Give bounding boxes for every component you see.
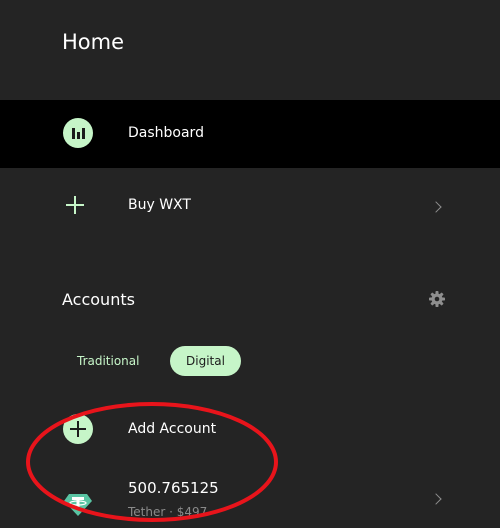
nav-item-dashboard-label: Dashboard: [128, 125, 204, 141]
tab-digital[interactable]: Digital: [170, 346, 241, 376]
chevron-right-icon: [430, 493, 442, 505]
accounts-heading: Accounts: [62, 290, 135, 309]
add-account-label: Add Account: [128, 421, 217, 437]
add-account-button[interactable]: Add Account: [0, 404, 500, 456]
plus-icon: [66, 196, 84, 214]
nav-item-buy-wxt-label: Buy WXT: [128, 197, 191, 213]
chart-bars-icon: [63, 118, 93, 148]
nav-item-buy-wxt[interactable]: Buy WXT: [0, 168, 500, 246]
home-screen: Home Dashboard Buy WXT Accounts Traditio: [0, 0, 500, 528]
account-subtitle: Tether · $497: [128, 505, 208, 519]
nav-item-dashboard[interactable]: Dashboard: [0, 100, 500, 168]
account-item-tether[interactable]: 500.765125 Tether · $497: [0, 468, 500, 528]
account-balance: 500.765125: [128, 479, 219, 497]
chevron-right-icon: [430, 201, 442, 213]
page-title: Home: [62, 30, 125, 54]
tab-traditional[interactable]: Traditional: [64, 346, 152, 376]
header: Home: [0, 0, 500, 100]
plus-circle-icon: [63, 414, 93, 444]
tether-icon: [63, 488, 93, 518]
gear-icon[interactable]: [428, 290, 446, 308]
